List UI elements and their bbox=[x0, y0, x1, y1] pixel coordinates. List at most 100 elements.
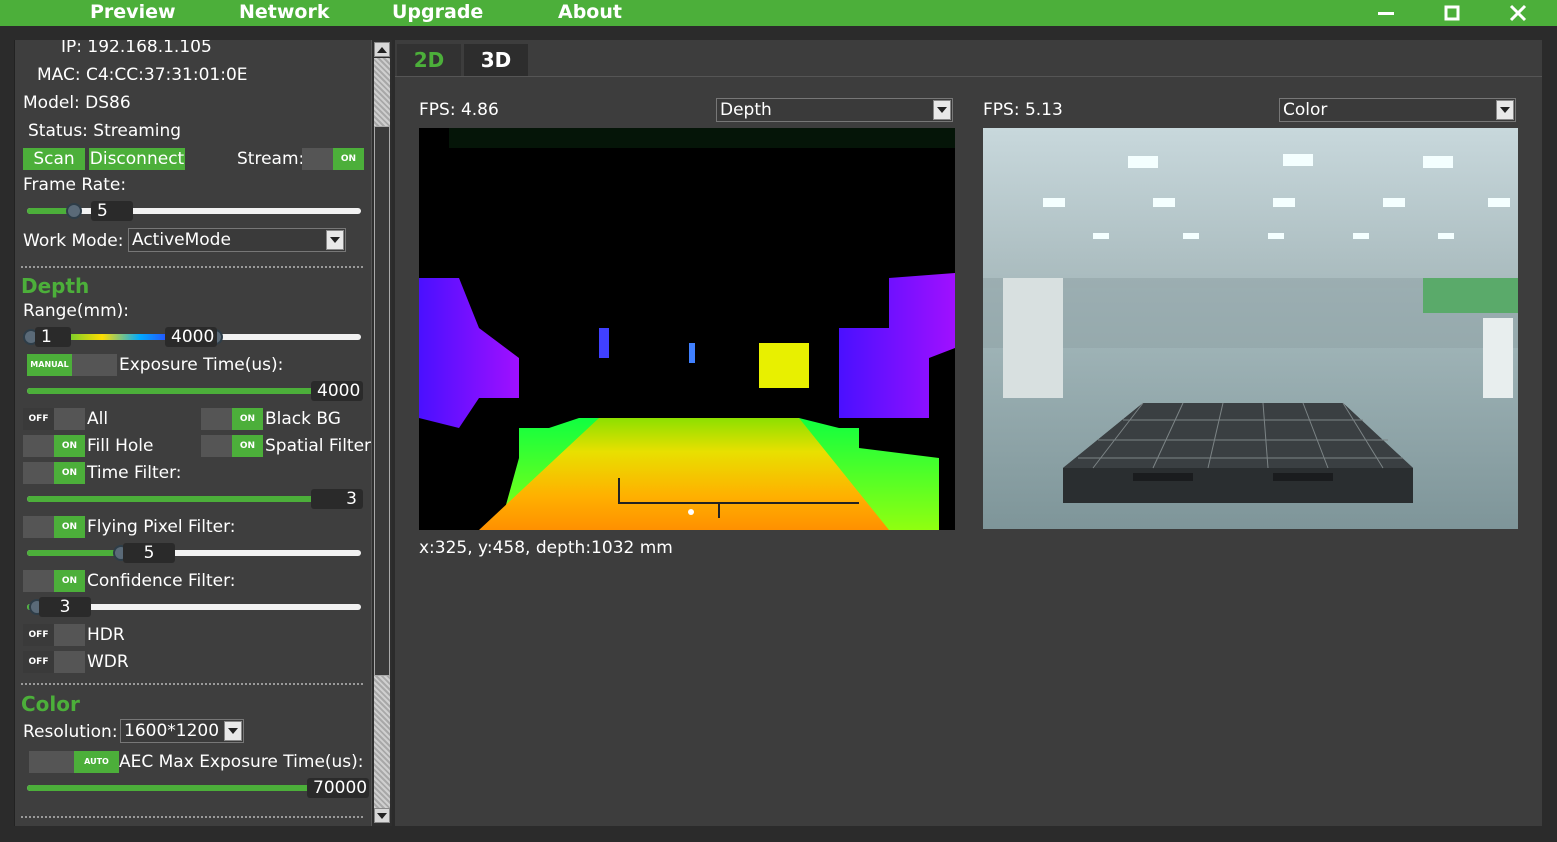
color-section-title: Color bbox=[21, 692, 80, 716]
frame-rate-label: Frame Rate: bbox=[23, 175, 127, 195]
scroll-up-icon[interactable] bbox=[374, 42, 390, 57]
flying-pixel-label: Flying Pixel Filter: bbox=[87, 517, 236, 537]
divider bbox=[21, 816, 363, 818]
resolution-value: 1600*1200 bbox=[124, 721, 220, 741]
chevron-down-icon bbox=[933, 100, 951, 120]
exposure-value: 4000 bbox=[311, 381, 363, 401]
device-ip: IP: 192.168.1.105 bbox=[61, 40, 212, 57]
slider-fill bbox=[27, 550, 121, 556]
disconnect-button[interactable]: Disconnect bbox=[89, 148, 185, 170]
color-image bbox=[983, 128, 1518, 529]
chevron-down-icon bbox=[326, 230, 344, 250]
stream-label: Stream: bbox=[237, 149, 305, 169]
chevron-down-icon bbox=[224, 721, 242, 741]
tab-2d[interactable]: 2D bbox=[397, 44, 461, 76]
depth-fps: FPS: 4.86 bbox=[419, 100, 499, 120]
toggle-state: ON bbox=[54, 462, 85, 484]
toggle-state: ON bbox=[232, 408, 263, 430]
main-view: 2D 3D FPS: 4.86 Depth FPS: 5.13 Color x:… bbox=[395, 40, 1542, 826]
resolution-select[interactable]: 1600*1200 bbox=[120, 719, 244, 743]
color-mode-select[interactable]: Color bbox=[1279, 98, 1516, 122]
exposure-label: Exposure Time(us): bbox=[119, 355, 284, 375]
wdr-label: WDR bbox=[87, 652, 129, 672]
flying-pixel-slider[interactable] bbox=[27, 545, 361, 561]
range-label: Range(mm): bbox=[23, 301, 129, 321]
hdr-toggle[interactable]: OFF bbox=[23, 624, 85, 646]
tab-divider bbox=[395, 76, 1542, 77]
wdr-toggle[interactable]: OFF bbox=[23, 651, 85, 673]
color-mode-value: Color bbox=[1283, 100, 1328, 120]
toggle-state: ON bbox=[54, 570, 85, 592]
toggle-state: ON bbox=[232, 435, 263, 457]
toggle-state: MANUAL bbox=[27, 354, 72, 376]
toggle-state: ON bbox=[54, 516, 85, 538]
toggle-state: ON bbox=[333, 148, 364, 170]
color-fps: FPS: 5.13 bbox=[983, 100, 1063, 120]
exposure-mode-toggle[interactable]: MANUAL bbox=[27, 354, 117, 376]
slider-handle[interactable] bbox=[65, 203, 82, 219]
depth-readout: x:325, y:458, depth:1032 mm bbox=[419, 538, 673, 558]
aec-label: AEC Max Exposure Time(us): bbox=[119, 752, 364, 772]
aec-mode-toggle[interactable]: AUTO bbox=[29, 751, 119, 773]
divider bbox=[21, 683, 363, 685]
device-model: Model: DS86 bbox=[23, 93, 131, 113]
all-label: All bbox=[87, 409, 109, 429]
confidence-value: 3 bbox=[39, 597, 91, 617]
fill-hole-label: Fill Hole bbox=[87, 436, 154, 456]
scan-button[interactable]: Scan bbox=[23, 148, 85, 170]
time-filter-label: Time Filter: bbox=[87, 463, 182, 483]
black-bg-toggle[interactable]: ON bbox=[201, 408, 263, 430]
scroll-down-icon[interactable] bbox=[374, 808, 390, 823]
color-image-view[interactable] bbox=[983, 128, 1518, 529]
device-mac: MAC: C4:CC:37:31:01:0E bbox=[37, 65, 248, 85]
toggle-state: OFF bbox=[23, 651, 54, 673]
scroll-track[interactable] bbox=[374, 58, 390, 126]
range-max-value: 4000 bbox=[165, 327, 217, 347]
menu-about[interactable]: About bbox=[558, 1, 622, 23]
frame-rate-value: 5 bbox=[91, 201, 133, 221]
settings-panel: IP: 192.168.1.105 MAC: C4:CC:37:31:01:0E… bbox=[14, 40, 371, 826]
black-bg-label: Black BG bbox=[265, 409, 341, 429]
time-filter-toggle[interactable]: ON bbox=[23, 462, 85, 484]
frame-rate-slider[interactable] bbox=[27, 203, 361, 219]
fill-hole-toggle[interactable]: ON bbox=[23, 435, 85, 457]
close-icon[interactable] bbox=[1498, 0, 1538, 26]
hdr-label: HDR bbox=[87, 625, 125, 645]
menu-network[interactable]: Network bbox=[239, 1, 329, 23]
confidence-label: Confidence Filter: bbox=[87, 571, 236, 591]
flying-pixel-value: 5 bbox=[123, 543, 175, 563]
depth-section-title: Depth bbox=[21, 274, 90, 298]
toggle-state: ON bbox=[54, 435, 85, 457]
time-filter-value: 3 bbox=[311, 489, 363, 509]
range-min-value: 1 bbox=[35, 327, 71, 347]
depth-mode-value: Depth bbox=[720, 100, 772, 120]
toggle-state: AUTO bbox=[74, 751, 119, 773]
toggle-state: OFF bbox=[23, 624, 54, 646]
work-mode-select[interactable]: ActiveMode bbox=[128, 228, 346, 252]
tab-3d[interactable]: 3D bbox=[464, 44, 528, 76]
confidence-toggle[interactable]: ON bbox=[23, 570, 85, 592]
aec-value: 70000 bbox=[307, 778, 369, 798]
work-mode-value: ActiveMode bbox=[132, 230, 231, 250]
divider bbox=[21, 266, 363, 268]
spatial-filter-label: Spatial Filter bbox=[265, 436, 371, 456]
depth-image-view[interactable] bbox=[419, 128, 955, 530]
menu-upgrade[interactable]: Upgrade bbox=[392, 1, 483, 23]
scroll-track[interactable] bbox=[374, 676, 390, 808]
menu-preview[interactable]: Preview bbox=[90, 1, 176, 23]
scroll-thumb[interactable] bbox=[374, 126, 390, 676]
spatial-filter-toggle[interactable]: ON bbox=[201, 435, 263, 457]
work-mode-label: Work Mode: bbox=[23, 231, 124, 251]
maximize-icon[interactable] bbox=[1432, 0, 1472, 26]
minimize-icon[interactable] bbox=[1366, 0, 1406, 26]
depth-image bbox=[419, 128, 955, 530]
depth-mode-select[interactable]: Depth bbox=[716, 98, 953, 122]
title-bar: Preview Network Upgrade About bbox=[0, 0, 1557, 26]
device-status: Status: Streaming bbox=[28, 121, 182, 141]
flying-pixel-toggle[interactable]: ON bbox=[23, 516, 85, 538]
resolution-label: Resolution: bbox=[23, 722, 118, 742]
all-toggle[interactable]: OFF bbox=[23, 408, 85, 430]
chevron-down-icon bbox=[1496, 100, 1514, 120]
stream-toggle[interactable]: ON bbox=[302, 148, 364, 170]
settings-scrollbar[interactable] bbox=[371, 40, 392, 826]
